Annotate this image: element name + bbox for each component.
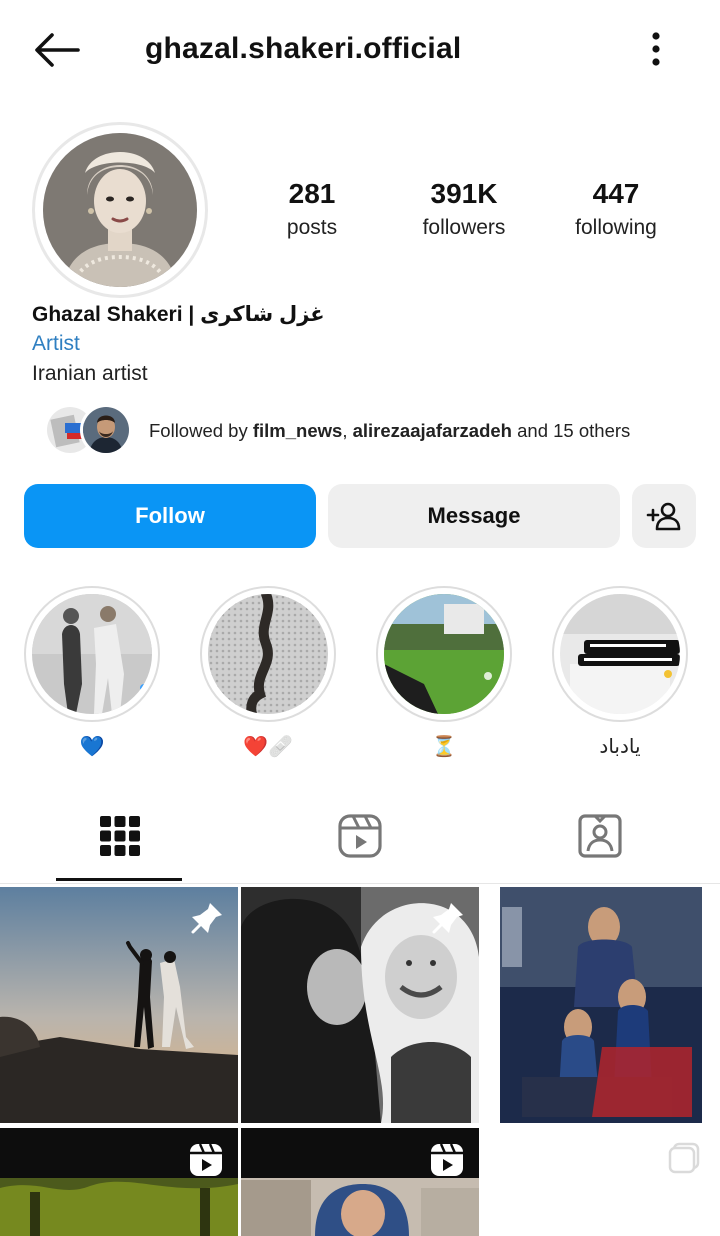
reels-icon	[338, 814, 382, 858]
following-count: 447	[592, 178, 640, 209]
followers-stat[interactable]: 391K followers	[404, 178, 524, 240]
followed-by-prefix: Followed by	[149, 420, 253, 441]
followed-by-suffix: and 15 others	[512, 420, 631, 441]
tab-reels[interactable]	[240, 790, 480, 882]
profile-avatar[interactable]	[32, 122, 208, 298]
multiple-posts-icon	[666, 1140, 706, 1180]
post-tile-1[interactable]	[0, 887, 238, 1123]
highlight-cover	[32, 594, 152, 714]
more-vertical-icon	[652, 32, 660, 66]
profile-tabs	[0, 790, 720, 884]
followed-by-text: Followed by film_news, alirezaajafarzade…	[149, 420, 630, 442]
followed-by-user1[interactable]: film_news	[253, 420, 342, 441]
followed-by-user2[interactable]: alirezaajafarzadeh	[353, 420, 512, 441]
post-tile-2[interactable]	[241, 887, 479, 1123]
post-tile-3[interactable]	[482, 887, 720, 1123]
followed-by-row[interactable]: Followed by film_news, alirezaajafarzade…	[44, 404, 684, 458]
highlight-ring	[24, 586, 160, 722]
highlight-label: ⏳	[431, 736, 457, 758]
pinned-icon	[432, 903, 463, 934]
grid-icon	[100, 816, 140, 856]
tab-tagged[interactable]	[480, 790, 720, 882]
profile-category: Artist	[32, 332, 80, 355]
message-button[interactable]: Message	[328, 484, 620, 548]
posts-label: posts	[286, 216, 338, 239]
pinned-icon	[191, 903, 222, 934]
follower-avatar-alirezaajafarzadeh	[80, 404, 132, 456]
posts-stat[interactable]: 281 posts	[262, 178, 362, 240]
back-button[interactable]	[30, 30, 82, 70]
add-person-icon	[646, 502, 681, 531]
highlight-label: 💙	[79, 736, 105, 758]
following-label: following	[575, 216, 657, 239]
reel-icon	[190, 1143, 222, 1176]
profile-display-name: Ghazal Shakeri | غزل شاکری	[32, 303, 325, 326]
followed-by-separator: ,	[342, 420, 353, 441]
followers-count: 391K	[430, 178, 498, 209]
story-highlight-3[interactable]: ⏳	[374, 586, 514, 760]
highlight-ring	[552, 586, 688, 722]
story-highlight-1[interactable]: 💙	[22, 586, 162, 760]
highlight-ring	[376, 586, 512, 722]
suggest-people-button[interactable]	[632, 484, 696, 548]
story-highlight-4[interactable]: یادباد	[550, 586, 690, 760]
highlight-ring	[200, 586, 336, 722]
posts-count: 281	[288, 178, 336, 209]
active-tab-indicator	[56, 878, 182, 881]
highlight-cover	[208, 594, 328, 714]
story-highlight-2[interactable]: ❤️🩹	[198, 586, 338, 760]
reel-icon	[431, 1143, 463, 1176]
highlight-label: ❤️🩹	[243, 736, 293, 758]
post-tile-4[interactable]	[0, 1128, 238, 1236]
more-options-button[interactable]	[640, 30, 672, 70]
follow-button[interactable]: Follow	[24, 484, 316, 548]
avatar-image	[43, 133, 197, 287]
following-stat[interactable]: 447 following	[556, 178, 676, 240]
profile-username: ghazal.shakeri.official	[145, 32, 462, 65]
followers-label: followers	[422, 216, 506, 239]
post-tile-5[interactable]	[241, 1128, 479, 1236]
top-bar: ghazal.shakeri.official	[0, 0, 720, 100]
highlight-label: یادباد	[599, 736, 641, 758]
highlight-cover	[384, 594, 504, 714]
arrow-left-icon	[35, 33, 80, 67]
tab-grid[interactable]	[0, 790, 240, 882]
tagged-icon	[578, 814, 622, 858]
profile-bio: Iranian artist	[32, 362, 148, 385]
highlight-cover	[560, 594, 680, 714]
